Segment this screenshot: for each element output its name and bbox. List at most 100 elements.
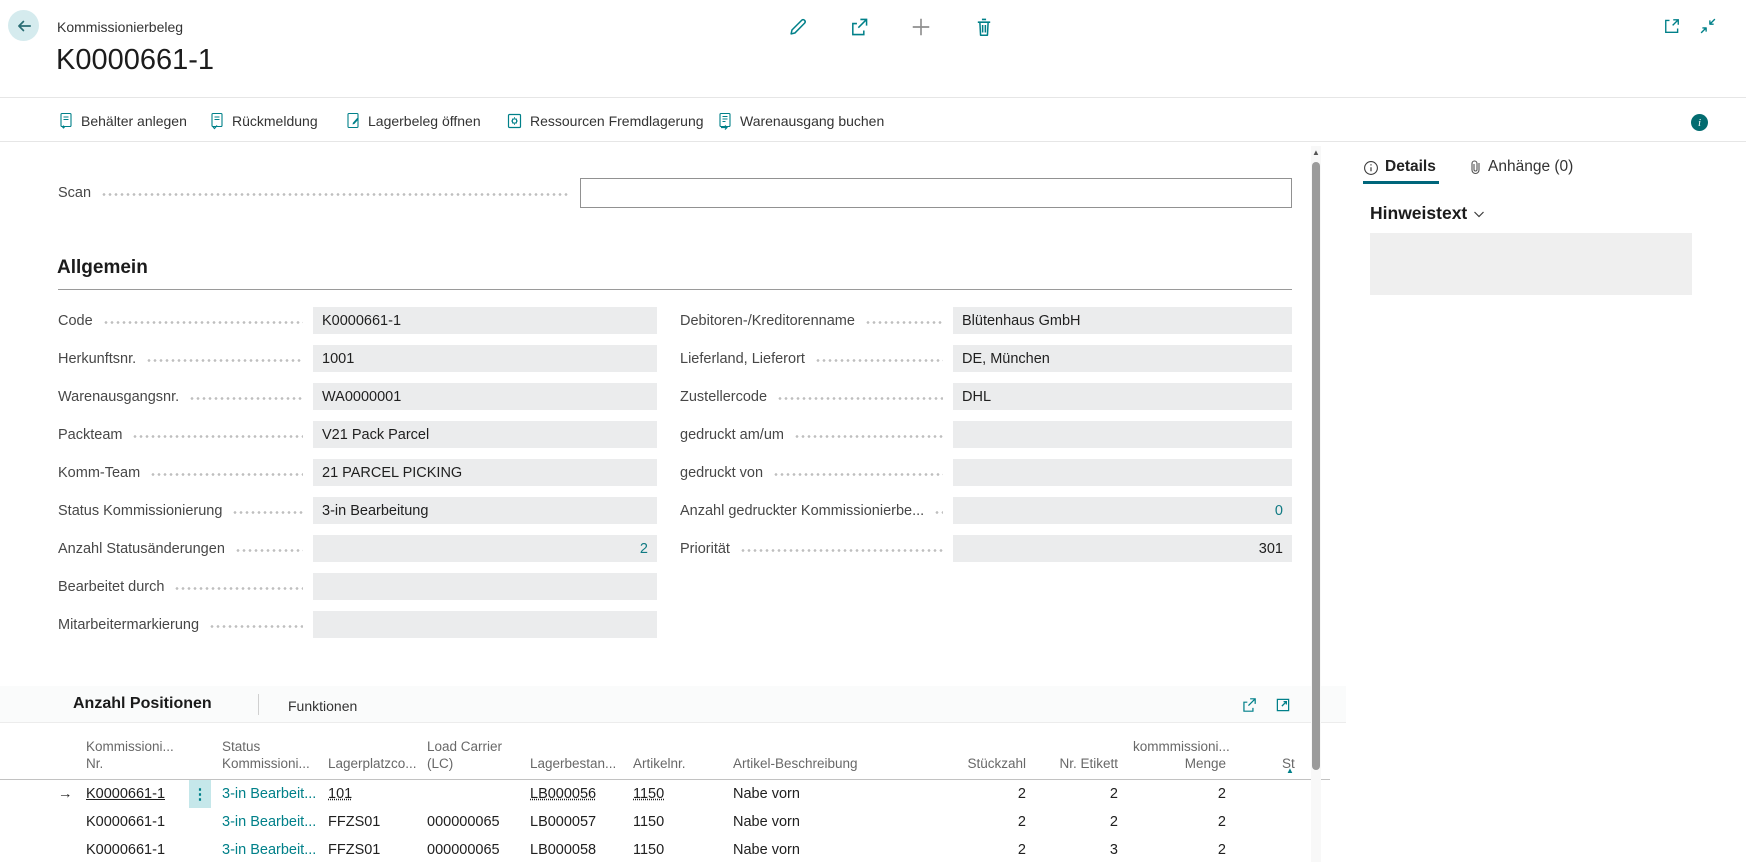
cell-lagerplatzcode[interactable]: FFZS01 <box>328 836 420 862</box>
table-row: K0000661-1 3-in Bearbeit... FFZS01 00000… <box>0 808 1330 837</box>
share-icon <box>848 16 870 38</box>
cell-nr-etikett[interactable]: 2 <box>1033 780 1118 808</box>
field-value-box[interactable]: 1001 <box>313 345 657 372</box>
column-header-nr-etikett[interactable]: Nr. Etikett <box>1033 755 1118 773</box>
cell-stueckzahl[interactable]: 2 <box>933 780 1026 808</box>
column-header-stueckzahl[interactable]: Stückzahl <box>933 755 1026 773</box>
cell-nr-etikett[interactable]: 2 <box>1033 808 1118 836</box>
column-header-artikelnr[interactable]: Artikelnr. <box>633 755 719 773</box>
cell-artikel-beschreibung[interactable]: Nabe vorn <box>733 836 933 862</box>
chevron-down-icon <box>1471 206 1487 222</box>
section-heading-allgemein[interactable]: Allgemein <box>57 257 148 279</box>
current-row-indicator-icon: → <box>58 780 80 808</box>
action-rueckmeldung[interactable]: Rückmeldung <box>209 106 318 136</box>
cell-status[interactable]: 3-in Bearbeit... <box>222 842 316 858</box>
cell-load-carrier[interactable] <box>427 780 523 808</box>
field-value-box[interactable] <box>313 611 657 638</box>
field-value-box[interactable] <box>953 421 1292 448</box>
scrollbar-up-arrow[interactable]: ▲ <box>1311 148 1321 157</box>
info-badge[interactable]: i <box>1691 114 1708 131</box>
field-value: 301 <box>1259 541 1283 557</box>
cell-status[interactable]: 3-in Bearbeit... <box>222 786 316 802</box>
field-value: V21 Pack Parcel <box>322 427 429 443</box>
cell-artikel-beschreibung[interactable]: Nabe vorn <box>733 780 933 808</box>
action-lagerbeleg-oeffnen[interactable]: Lagerbeleg öffnen <box>345 106 481 136</box>
row-menu-button[interactable]: ⋮ <box>189 780 211 808</box>
details-tab-icon-wrap <box>1363 160 1379 176</box>
cell-artikelnr[interactable]: 1150 <box>633 786 664 802</box>
cell-kommissionier-nr[interactable]: K0000661-1 <box>86 808 186 836</box>
cell-nr-etikett[interactable]: 3 <box>1033 836 1118 862</box>
field-value-box[interactable]: V21 Pack Parcel <box>313 421 657 448</box>
tab-anhaenge[interactable]: Anhänge (0) <box>1488 158 1573 176</box>
column-header-lagerplatzcode[interactable]: Lagerplatzco... <box>328 755 420 773</box>
cell-artikelnr[interactable]: 1150 <box>633 836 719 862</box>
cell-lagerbestand[interactable]: LB000058 <box>530 836 626 862</box>
field-value-box[interactable]: 2 <box>313 535 657 562</box>
action-warenausgang-buchen[interactable]: Warenausgang buchen <box>717 106 884 136</box>
cell-stueckzahl[interactable]: 2 <box>933 836 1026 862</box>
cell-artikel-beschreibung[interactable]: Nabe vorn <box>733 808 933 836</box>
cell-lagerplatzcode[interactable]: 101 <box>328 786 352 802</box>
cell-stueckzahl[interactable]: 2 <box>933 808 1026 836</box>
cell-menge[interactable]: 2 <box>1133 780 1226 808</box>
cell-lagerbestand[interactable]: LB000057 <box>530 808 626 836</box>
scrollbar-thumb[interactable] <box>1312 162 1320 770</box>
lines-share-button[interactable] <box>1240 696 1258 714</box>
column-header-kommissionierte-menge[interactable]: kommmissioni...Menge <box>1133 738 1226 773</box>
open-in-new-window-button[interactable] <box>1662 16 1684 38</box>
field-value-box[interactable]: Blütenhaus GmbH <box>953 307 1292 334</box>
field-value-box[interactable]: DE, München <box>953 345 1292 372</box>
document-edit-icon <box>345 112 361 130</box>
action-ressourcen-fremdlagerung[interactable]: Ressourcen Fremdlagerung <box>506 106 704 136</box>
field-value-box[interactable]: 3-in Bearbeitung <box>313 497 657 524</box>
field-mitarbeitermarkierung: Mitarbeitermarkierung <box>58 611 657 638</box>
field-value-box[interactable] <box>953 459 1292 486</box>
column-header-lagerbestand[interactable]: Lagerbestan... <box>530 755 626 773</box>
cell-artikelnr[interactable]: 1150 <box>633 808 719 836</box>
back-button[interactable] <box>8 10 39 41</box>
cell-kommissionier-nr[interactable]: K0000661-1 <box>86 836 186 862</box>
cell-lagerplatzcode[interactable]: FFZS01 <box>328 808 420 836</box>
action-label: Behälter anlegen <box>81 113 187 129</box>
field-value-box[interactable]: 0 <box>953 497 1292 524</box>
lines-menu-funktionen[interactable]: Funktionen <box>288 698 357 714</box>
cell-kommissionier-nr[interactable]: K0000661-1 <box>86 786 165 802</box>
field-value-box[interactable]: K0000661-1 <box>313 307 657 334</box>
column-header-artikel-beschreibung[interactable]: Artikel-Beschreibung <box>733 755 933 773</box>
cell-lagerbestand[interactable]: LB000056 <box>530 786 596 802</box>
column-header-status[interactable]: StatusKommissioni... <box>222 738 322 773</box>
field-value: 1001 <box>322 351 354 367</box>
share-button[interactable] <box>848 16 870 38</box>
edit-button[interactable] <box>787 16 809 38</box>
cell-menge[interactable]: 2 <box>1133 808 1226 836</box>
field-lieferland-lieferort: Lieferland, Lieferort DE, München <box>680 345 1292 372</box>
delete-button[interactable] <box>973 16 995 38</box>
column-header-kommissionier-nr[interactable]: Kommissioni...Nr. <box>86 738 186 773</box>
field-value-box[interactable]: DHL <box>953 383 1292 410</box>
hinweistext-section-toggle[interactable]: Hinweistext <box>1370 203 1487 224</box>
field-label: Mitarbeitermarkierung <box>58 617 199 633</box>
action-behaelter-anlegen[interactable]: Behälter anlegen <box>58 106 187 136</box>
cell-load-carrier[interactable]: 000000065 <box>427 808 523 836</box>
field-value-box[interactable]: WA0000001 <box>313 383 657 410</box>
field-value: K0000661-1 <box>322 313 401 329</box>
cell-status[interactable]: 3-in Bearbeit... <box>222 814 316 830</box>
cell-load-carrier[interactable]: 000000065 <box>427 836 523 862</box>
field-value-box[interactable] <box>313 573 657 600</box>
collapse-window-button[interactable] <box>1698 16 1720 38</box>
document-add-icon <box>58 112 74 130</box>
section-divider <box>58 289 1292 290</box>
column-header-load-carrier[interactable]: Load Carrier(LC) <box>427 738 523 773</box>
tab-details[interactable]: Details <box>1385 158 1436 176</box>
scan-input[interactable] <box>580 178 1292 208</box>
field-value: DHL <box>962 389 991 405</box>
field-value-box[interactable]: 21 PARCEL PICKING <box>313 459 657 486</box>
cell-menge[interactable]: 2 <box>1133 836 1226 862</box>
field-value-box[interactable]: 301 <box>953 535 1292 562</box>
page-title: K0000661-1 <box>56 44 214 77</box>
field-prioritaet: Priorität 301 <box>680 535 1292 562</box>
add-button[interactable] <box>910 16 932 38</box>
lines-popout-button[interactable] <box>1274 696 1292 714</box>
dotted-leader <box>103 320 303 325</box>
